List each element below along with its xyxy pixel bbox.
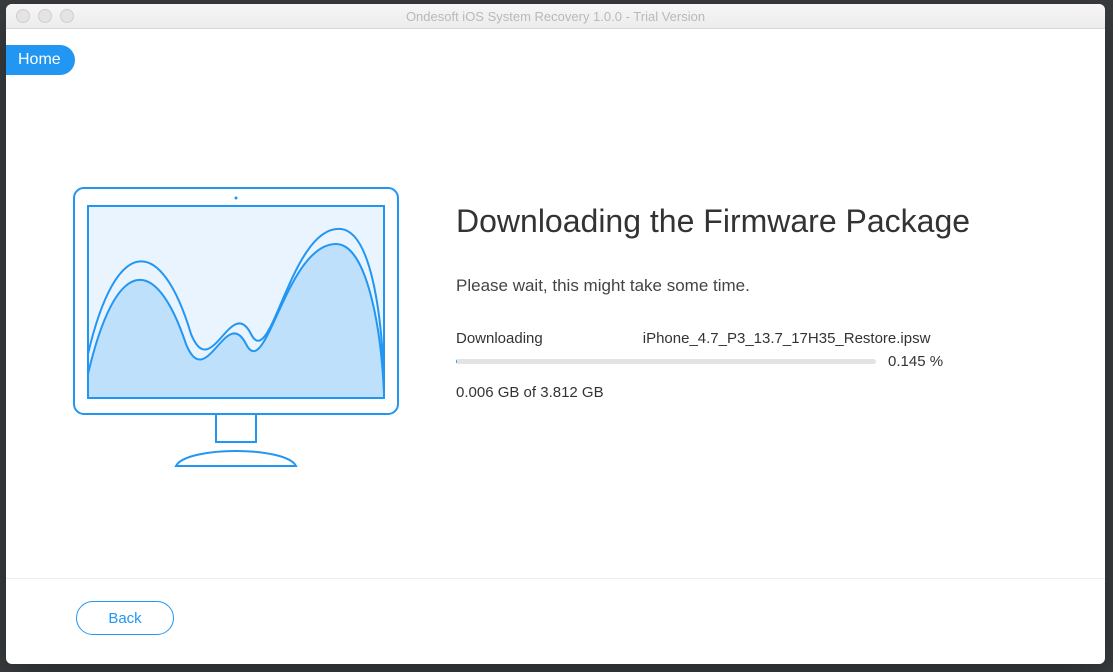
download-filename: iPhone_4.7_P3_13.7_17H35_Restore.ipsw — [643, 330, 931, 347]
progress-row: 0.145 % — [456, 353, 956, 370]
zoom-icon[interactable] — [60, 9, 74, 23]
progress-percent: 0.145 % — [888, 353, 943, 370]
minimize-icon[interactable] — [38, 9, 52, 23]
page-heading: Downloading the Firmware Package — [456, 203, 1016, 240]
page-subtext: Please wait, this might take some time. — [456, 276, 1016, 296]
download-size: 0.006 GB of 3.812 GB — [456, 384, 1016, 401]
progress-bar — [456, 359, 876, 364]
titlebar: Ondesoft iOS System Recovery 1.0.0 - Tri… — [6, 4, 1105, 29]
window-title: Ondesoft iOS System Recovery 1.0.0 - Tri… — [6, 9, 1105, 24]
app-window: Ondesoft iOS System Recovery 1.0.0 - Tri… — [6, 4, 1105, 664]
monitor-illustration — [66, 184, 406, 474]
progress-fill — [456, 359, 457, 364]
download-panel: Downloading the Firmware Package Please … — [456, 203, 1016, 401]
download-label: Downloading — [456, 330, 543, 347]
window-controls — [6, 9, 74, 23]
home-button[interactable]: Home — [6, 45, 75, 75]
content-area: Home Downloading the Firmware Package Pl… — [6, 29, 1105, 664]
back-button[interactable]: Back — [76, 601, 174, 635]
footer-separator — [6, 578, 1105, 579]
close-icon[interactable] — [16, 9, 30, 23]
download-info-row: Downloading iPhone_4.7_P3_13.7_17H35_Res… — [456, 330, 876, 347]
